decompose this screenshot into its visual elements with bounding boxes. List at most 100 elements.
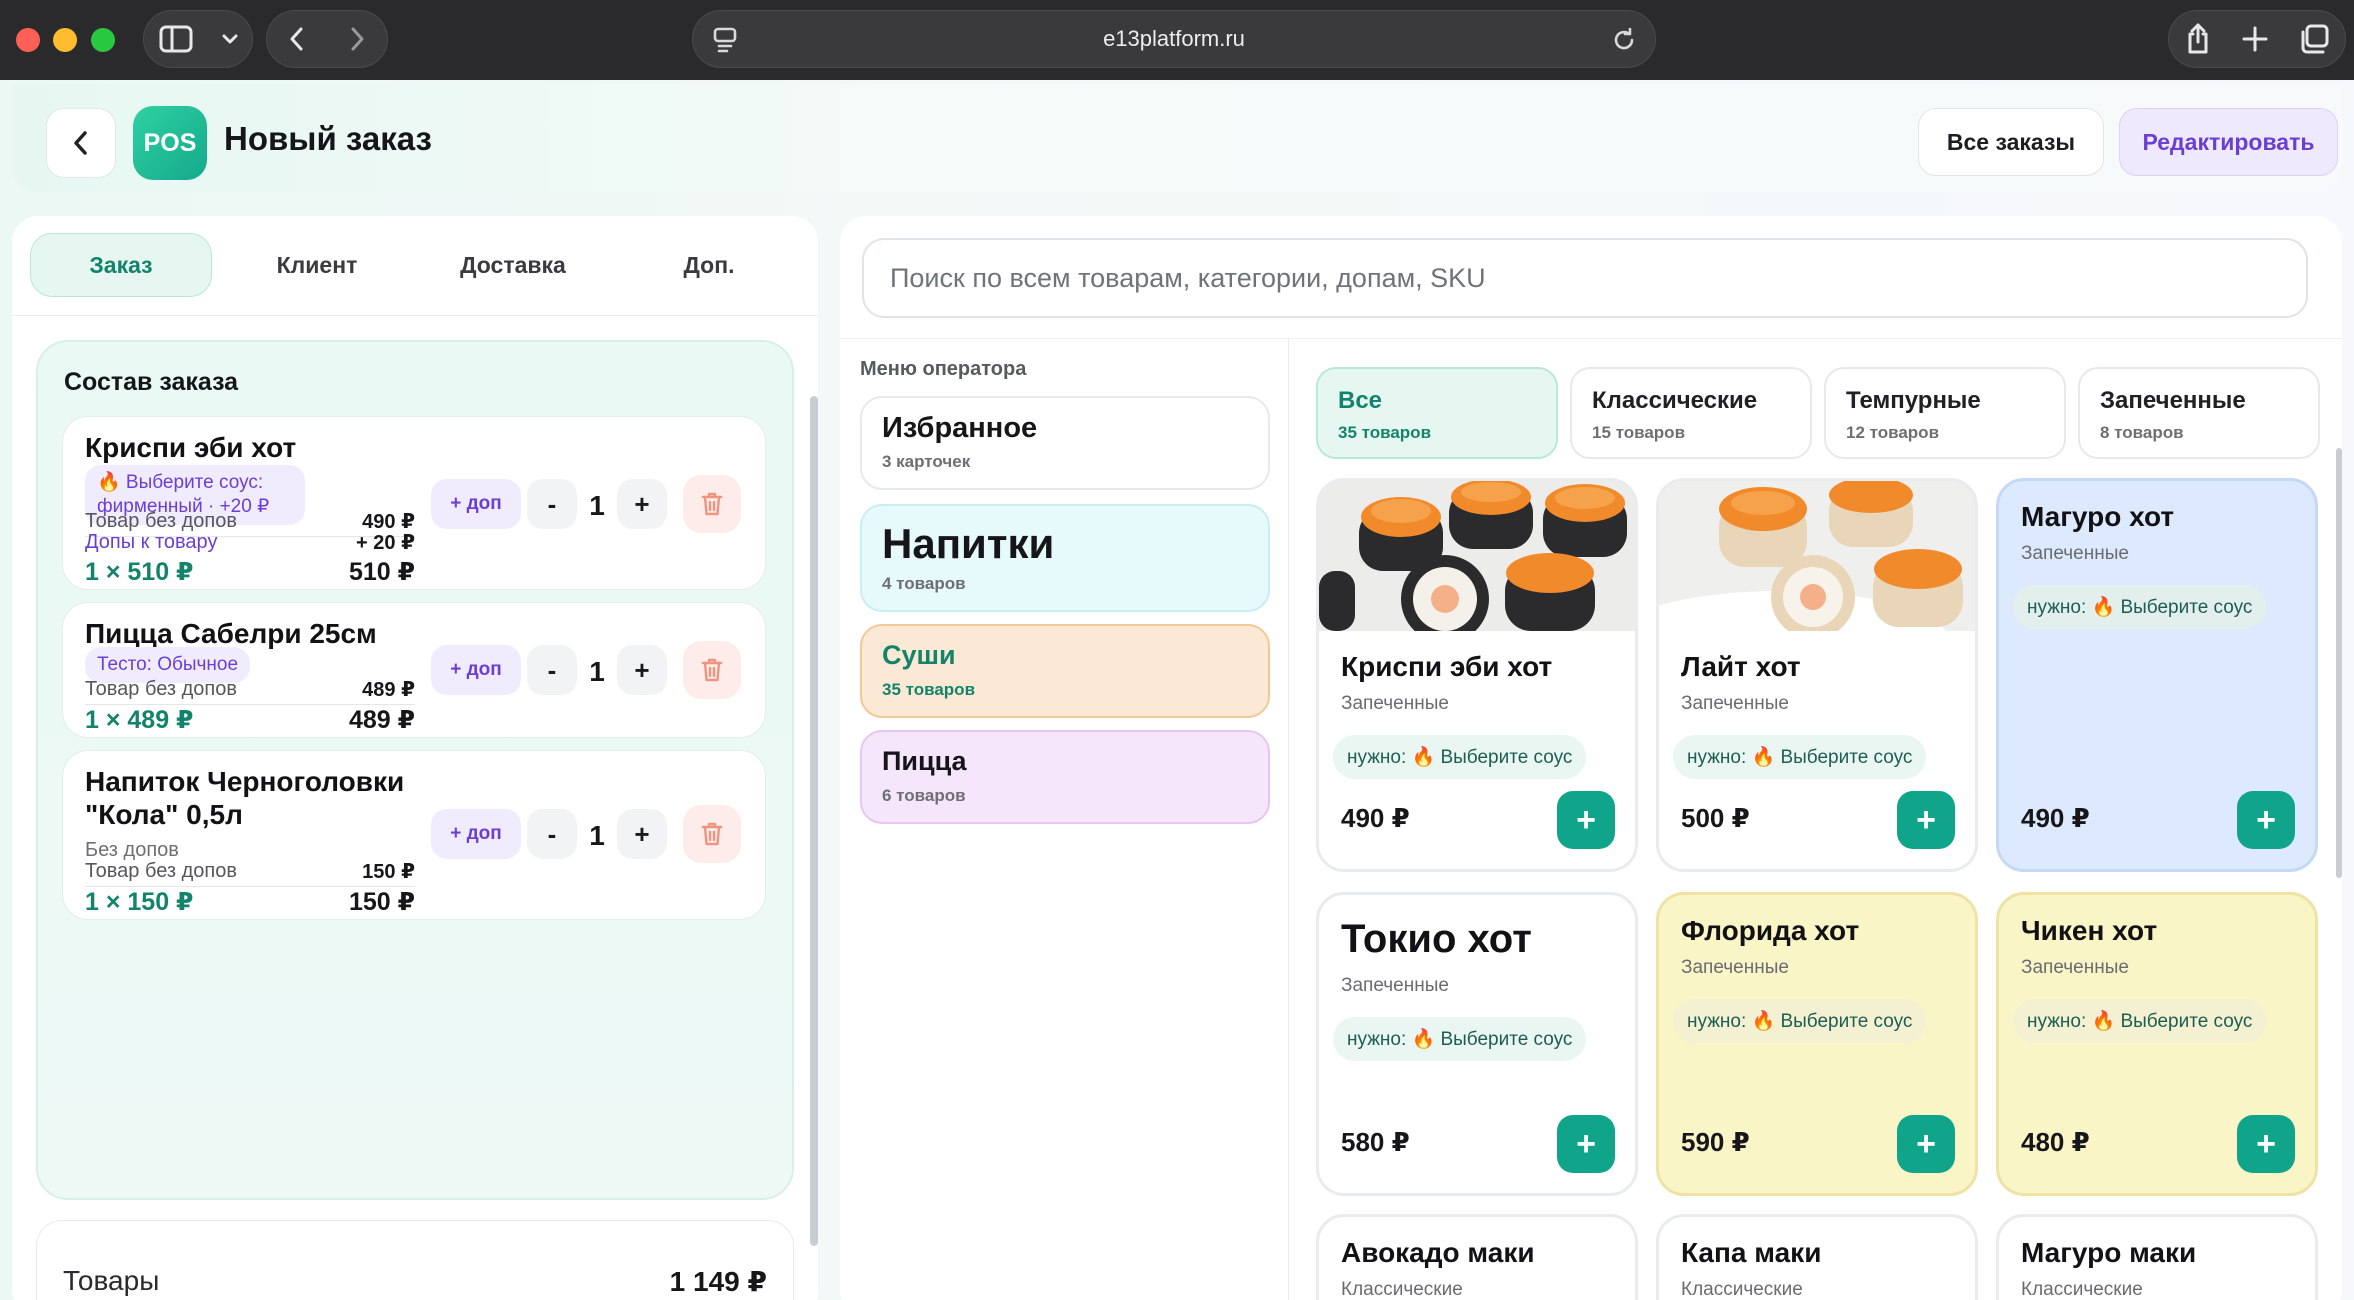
new-tab-icon[interactable] <box>2242 26 2268 52</box>
menu-card-pizza[interactable]: Пицца 6 товаров <box>860 730 1270 824</box>
required-option-chip: нужно: 🔥 Выберите соус <box>2013 999 2267 1043</box>
qty-increase-button[interactable]: + <box>617 479 667 529</box>
tab-overview-icon[interactable] <box>2299 24 2329 54</box>
scrollbar[interactable] <box>2336 448 2342 878</box>
product-card[interactable]: Флорида хот Запеченные нужно: 🔥 Выберите… <box>1656 892 1978 1196</box>
page-icon <box>713 27 737 53</box>
tab-client[interactable]: Клиент <box>226 233 408 297</box>
product-card[interactable]: Авокадо маки Классические <box>1316 1214 1638 1300</box>
category-tab-all[interactable]: Все 35 товаров <box>1316 367 1558 459</box>
back-arrow-icon[interactable] <box>289 26 305 52</box>
product-name: Магуро маки <box>2021 1237 2197 1268</box>
delete-item-button[interactable] <box>683 805 741 863</box>
menu-card-favorites[interactable]: Избранное 3 карточек <box>860 396 1270 490</box>
product-image <box>1659 481 1975 631</box>
product-card[interactable]: Магуро хот Запеченные нужно: 🔥 Выберите … <box>1996 478 2318 872</box>
forward-arrow-icon[interactable] <box>349 26 365 52</box>
product-card[interactable]: Токио хот Запеченные нужно: 🔥 Выберите с… <box>1316 892 1638 1196</box>
product-category: Запеченные <box>1681 957 1789 978</box>
qty-increase-button[interactable]: + <box>617 809 667 859</box>
category-tab-classic[interactable]: Классические 15 товаров <box>1570 367 1812 459</box>
qty-decrease-button[interactable]: - <box>527 479 577 529</box>
product-card[interactable]: Лайт хот Запеченные нужно: 🔥 Выберите со… <box>1656 478 1978 872</box>
product-name: Чикен хот <box>2021 915 2158 946</box>
sidebar-toggle-button[interactable] <box>143 10 253 68</box>
add-extra-button[interactable]: + доп <box>431 809 521 859</box>
close-window-button[interactable] <box>16 28 40 52</box>
required-option-chip: нужно: 🔥 Выберите соус <box>1333 735 1587 779</box>
qty-value: 1 <box>589 490 605 521</box>
category-tab-baked[interactable]: Запеченные 8 товаров <box>2078 367 2320 459</box>
url-text: e13platform.ru <box>1103 26 1245 51</box>
product-price: 500 ₽ <box>1681 803 1750 833</box>
item-total-row: 1 × 489 ₽ 489 ₽ <box>85 706 415 734</box>
order-title: Состав заказа <box>64 368 239 396</box>
product-category: Классические <box>1341 1279 1463 1300</box>
add-product-button[interactable]: + <box>1557 1115 1615 1173</box>
order-item: Напиток Черноголовки "Кола" 0,5л Без доп… <box>62 750 766 920</box>
tab-extra[interactable]: Доп. <box>618 233 800 297</box>
required-option-chip: нужно: 🔥 Выберите соус <box>2013 585 2267 629</box>
product-name: Флорида хот <box>1681 915 1860 946</box>
search-input[interactable]: Поиск по всем товарам, категории, допам,… <box>862 238 2308 318</box>
add-product-button[interactable]: + <box>1557 791 1615 849</box>
item-name: Криспи эби хот <box>85 432 297 463</box>
operator-menu-title: Меню оператора <box>860 358 1027 380</box>
divider <box>840 338 2342 339</box>
product-card[interactable]: Капа маки Классические <box>1656 1214 1978 1300</box>
address-bar[interactable]: e13platform.ru <box>692 10 1656 68</box>
add-product-button[interactable]: + <box>2237 791 2295 849</box>
zoom-window-button[interactable] <box>91 28 115 52</box>
product-price: 490 ₽ <box>2021 803 2090 833</box>
share-icon[interactable] <box>2185 23 2211 55</box>
delete-item-button[interactable] <box>683 641 741 699</box>
item-base-row: Товар без допов 489 ₽ <box>85 675 415 705</box>
product-category: Запеченные <box>1681 693 1789 714</box>
qty-value: 1 <box>589 820 605 851</box>
qty-value: 1 <box>589 656 605 687</box>
product-card[interactable]: Чикен хот Запеченные нужно: 🔥 Выберите с… <box>1996 892 2318 1196</box>
reload-icon[interactable] <box>1611 27 1637 53</box>
order-tabs: Заказ Клиент Доставка Доп. <box>12 216 818 316</box>
product-price: 590 ₽ <box>1681 1127 1750 1157</box>
item-addons-row: Допы к товару + 20 ₽ <box>85 530 415 554</box>
add-product-button[interactable]: + <box>2237 1115 2295 1173</box>
tab-order[interactable]: Заказ <box>30 233 212 297</box>
required-option-chip: нужно: 🔥 Выберите соус <box>1673 735 1927 779</box>
product-category: Запеченные <box>2021 957 2129 978</box>
qty-decrease-button[interactable]: - <box>527 645 577 695</box>
product-name: Токио хот <box>1341 917 1532 961</box>
add-product-button[interactable]: + <box>1897 791 1955 849</box>
product-name: Криспи эби хот <box>1341 651 1553 682</box>
minimize-window-button[interactable] <box>53 28 77 52</box>
back-button[interactable] <box>46 108 116 178</box>
delete-item-button[interactable] <box>683 475 741 533</box>
required-option-chip: нужно: 🔥 Выберите соус <box>1333 1017 1587 1061</box>
product-name: Капа маки <box>1681 1237 1822 1268</box>
menu-card-sushi[interactable]: Суши 35 товаров <box>860 624 1270 718</box>
all-orders-button[interactable]: Все заказы <box>1918 108 2104 176</box>
scrollbar[interactable] <box>810 396 818 1246</box>
pos-app: POS Новый заказ Все заказы Редактировать… <box>0 80 2354 1300</box>
item-name: Пицца Сабелри 25см <box>85 618 377 649</box>
add-product-button[interactable]: + <box>1897 1115 1955 1173</box>
product-category: Запеченные <box>1341 693 1449 714</box>
tab-delivery[interactable]: Доставка <box>422 233 604 297</box>
menu-card-drinks[interactable]: Напитки 4 товаров <box>860 504 1270 612</box>
product-card[interactable]: Криспи эби хот Запеченные нужно: 🔥 Выбер… <box>1316 478 1638 872</box>
add-extra-button[interactable]: + доп <box>431 479 521 529</box>
order-composition: Состав заказа Криспи эби хот 🔥 Выберите … <box>36 340 794 1200</box>
product-card[interactable]: Магуро маки Классические <box>1996 1214 2318 1300</box>
qty-increase-button[interactable]: + <box>617 645 667 695</box>
qty-decrease-button[interactable]: - <box>527 809 577 859</box>
category-tab-tempura[interactable]: Темпурные 12 товаров <box>1824 367 2066 459</box>
divider <box>1288 338 1289 1300</box>
summary-label: Товары <box>63 1265 160 1296</box>
product-category: Запеченные <box>1341 975 1449 996</box>
browser-actions <box>2168 10 2346 68</box>
item-total-row: 1 × 510 ₽ 510 ₽ <box>85 558 415 586</box>
edit-button[interactable]: Редактировать <box>2119 108 2338 176</box>
add-extra-button[interactable]: + доп <box>431 645 521 695</box>
top-bar: POS Новый заказ Все заказы Редактировать <box>12 84 2342 192</box>
required-option-chip: нужно: 🔥 Выберите соус <box>1673 999 1927 1043</box>
